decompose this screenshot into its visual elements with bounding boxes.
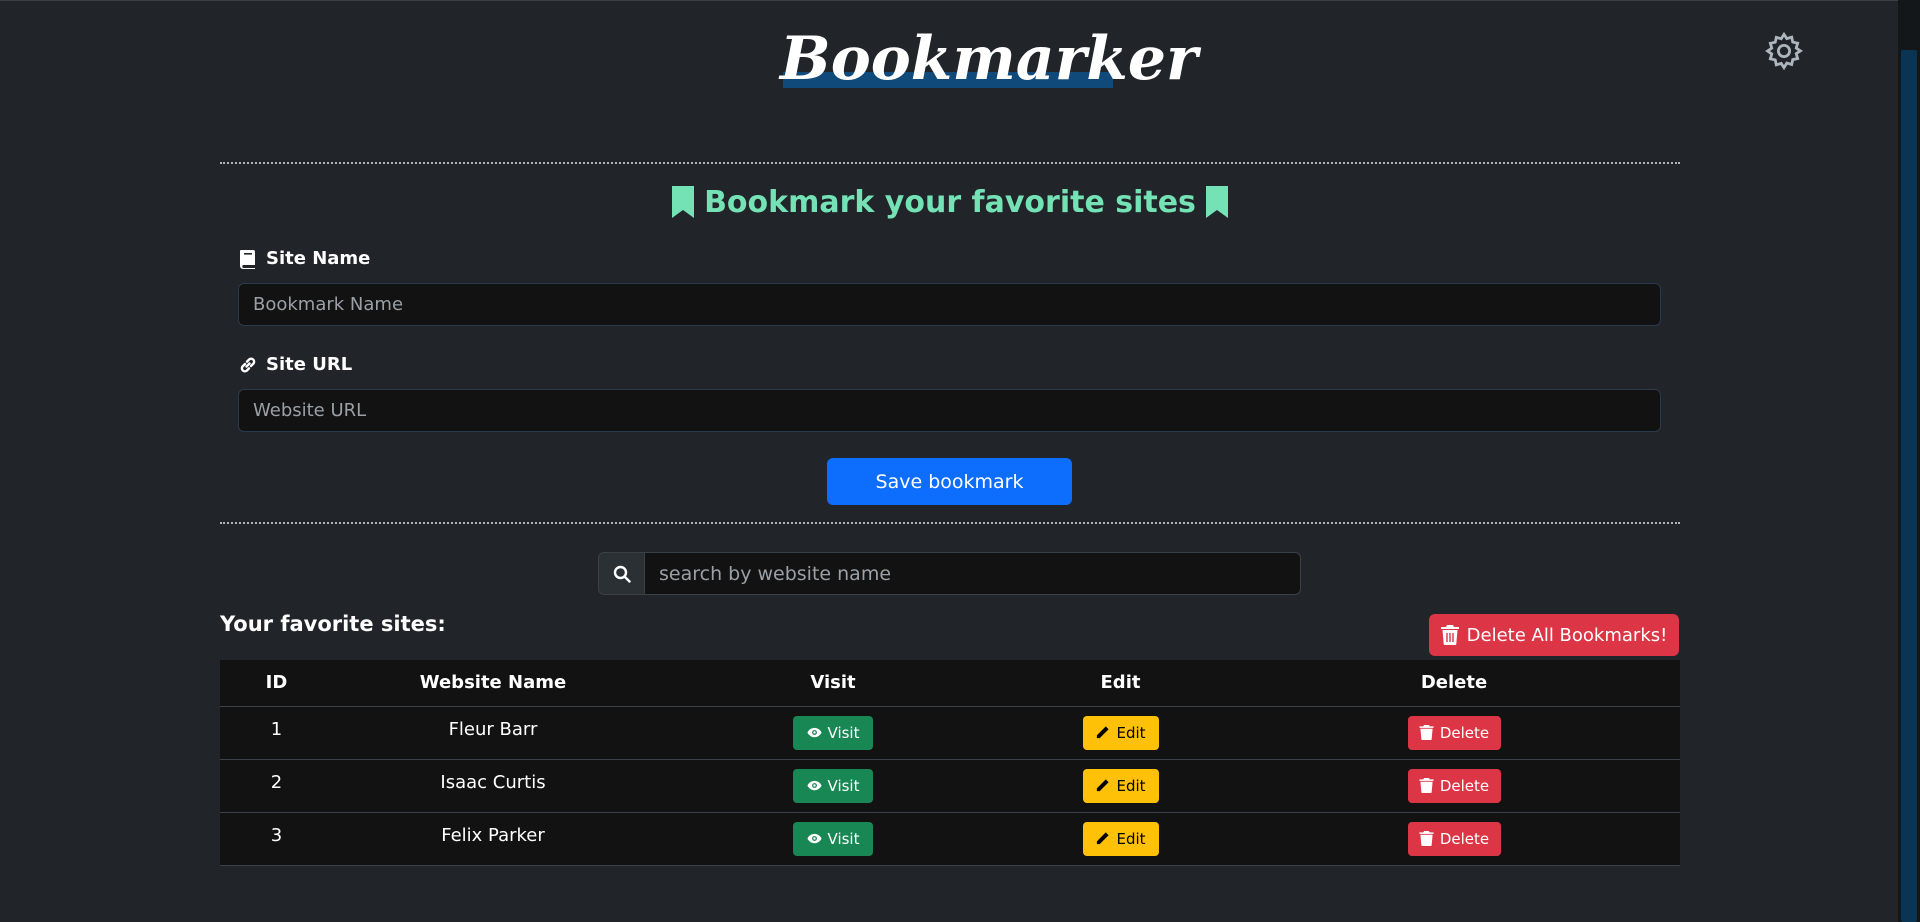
delete-label: Delete [1439,723,1490,742]
bookmark-icon [672,186,695,218]
favorites-title: Your favorite sites: [220,612,446,636]
site-url-label-text: Site URL [266,354,353,375]
site-name-label: Site Name [238,248,370,269]
bookmarks-table: ID Website Name Visit Edit Delete 1 Fleu… [220,660,1680,866]
brand-logo: Bookmarker [780,22,1198,97]
table-row: 3 Felix Parker Visit Edit Delete [220,812,1680,866]
edit-cell: Edit [1013,759,1228,813]
search-input[interactable] [645,552,1301,595]
eye-icon [806,727,822,738]
visit-button[interactable]: Visit [793,821,873,856]
edit-label: Edit [1116,776,1146,795]
brand-title: Bookmarker [780,24,1198,94]
visit-label: Visit [827,829,860,848]
site-name-input[interactable] [238,283,1661,326]
row-id: 2 [220,759,333,813]
row-id: 1 [220,706,333,760]
delete-cell: Delete [1228,812,1680,866]
edit-label: Edit [1116,723,1146,742]
site-url-input[interactable] [238,389,1661,432]
form-title: Bookmark your favorite sites [220,180,1680,224]
trash-icon [1419,831,1434,846]
delete-button[interactable]: Delete [1407,715,1501,750]
edit-button[interactable]: Edit [1082,821,1159,856]
pencil-icon [1097,832,1110,845]
save-bookmark-button[interactable]: Save bookmark [827,458,1072,505]
trash-icon [1419,778,1434,793]
edit-button[interactable]: Edit [1082,715,1159,750]
visit-cell: Visit [653,812,1013,866]
scrollbar-track[interactable] [1898,0,1920,922]
row-website-name: Felix Parker [333,812,653,866]
delete-cell: Delete [1228,706,1680,760]
column-header-id: ID [220,660,333,707]
site-name-label-text: Site Name [266,248,371,269]
search-group [598,552,1301,595]
delete-button[interactable]: Delete [1407,768,1501,803]
row-website-name: Isaac Curtis [333,759,653,813]
delete-label: Delete [1439,829,1490,848]
search-icon [613,565,631,583]
visit-cell: Visit [653,759,1013,813]
edit-cell: Edit [1013,706,1228,760]
edit-label: Edit [1116,829,1146,848]
bottom-divider [220,522,1680,524]
delete-cell: Delete [1228,759,1680,813]
scrollbar-thumb[interactable] [1901,50,1917,922]
table-row: 1 Fleur Barr Visit Edit Delete [220,706,1680,760]
edit-cell: Edit [1013,812,1228,866]
delete-all-button[interactable]: Delete All Bookmarks! [1429,614,1679,656]
delete-button[interactable]: Delete [1407,821,1501,856]
visit-cell: Visit [653,706,1013,760]
trash-icon [1419,725,1434,740]
window-top-border [0,0,1898,1]
table-header-row: ID Website Name Visit Edit Delete [220,660,1680,707]
book-icon [240,249,255,269]
column-header-visit: Visit [653,660,1013,707]
link-icon [240,357,256,372]
column-header-edit: Edit [1013,660,1228,707]
gear-icon[interactable] [1763,30,1805,72]
trash-icon [1440,625,1459,645]
visit-button[interactable]: Visit [793,715,873,750]
bookmark-icon [1205,186,1228,218]
eye-icon [806,780,822,791]
column-header-website-name: Website Name [333,660,653,707]
delete-label: Delete [1439,776,1490,795]
pencil-icon [1097,726,1110,739]
visit-button[interactable]: Visit [793,768,873,803]
column-header-delete: Delete [1228,660,1680,707]
site-url-label: Site URL [238,354,352,375]
row-id: 3 [220,812,333,866]
search-addon [598,552,645,595]
visit-label: Visit [827,776,860,795]
visit-label: Visit [827,723,860,742]
top-divider [220,162,1680,164]
pencil-icon [1097,779,1110,792]
table-row: 2 Isaac Curtis Visit Edit Delete [220,759,1680,813]
delete-all-label: Delete All Bookmarks! [1466,624,1668,646]
form-title-text: Bookmark your favorite sites [704,184,1196,220]
row-website-name: Fleur Barr [333,706,653,760]
eye-icon [806,833,822,844]
edit-button[interactable]: Edit [1082,768,1159,803]
